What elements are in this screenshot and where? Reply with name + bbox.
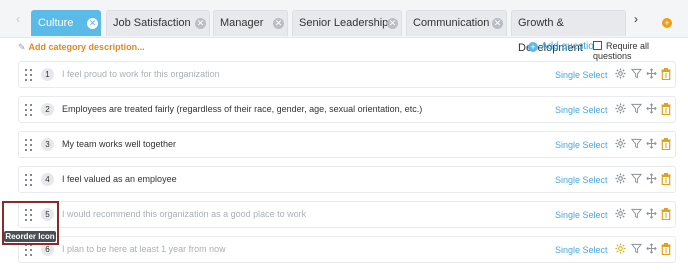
scroll-left-icon[interactable]: ‹ [12, 12, 24, 26]
settings-gear-icon[interactable] [615, 103, 626, 116]
tab-manager[interactable]: Manager ✕ [213, 10, 288, 36]
reorder-drag-handle-icon[interactable] [25, 139, 33, 151]
close-icon[interactable]: ✕ [273, 18, 284, 29]
add-category-description[interactable]: ✎ Add category description... [18, 42, 145, 54]
tab-job-satisfaction[interactable]: Job Satisfaction ✕ [106, 10, 210, 36]
category-tab-bar: ‹ Culture ✕ Job Satisfaction ✕ Manager ✕… [0, 0, 688, 54]
tab-label: Job Satisfaction [113, 17, 191, 29]
require-all-checkbox[interactable] [593, 41, 602, 50]
question-type-link[interactable]: Single Select [555, 105, 608, 115]
add-category-icon[interactable]: + [662, 18, 672, 28]
settings-gear-icon[interactable] [615, 208, 626, 221]
add-description-label: Add category description... [28, 42, 145, 52]
filter-icon[interactable] [631, 243, 642, 256]
question-row[interactable]: 1 I feel proud to work for this organizat… [18, 61, 676, 88]
filter-icon[interactable] [631, 208, 642, 221]
move-icon[interactable] [646, 173, 657, 186]
trash-icon[interactable] [661, 103, 672, 116]
tab-label: Culture [38, 17, 74, 29]
settings-gear-icon[interactable] [615, 138, 626, 151]
close-icon[interactable]: ✕ [492, 18, 503, 29]
add-question-button[interactable]: + Add question [528, 41, 599, 53]
move-icon[interactable] [646, 68, 657, 81]
question-text[interactable]: I feel proud to work for this organizati… [62, 69, 220, 79]
tab-label: Manager [220, 17, 264, 29]
move-icon[interactable] [646, 138, 657, 151]
filter-icon[interactable] [631, 68, 642, 81]
tab-growth-development[interactable]: Growth & Development [511, 10, 626, 54]
question-text[interactable]: I feel valued as an employee [62, 174, 177, 184]
close-icon[interactable]: ✕ [87, 18, 98, 29]
question-type-link[interactable]: Single Select [555, 210, 608, 220]
require-all-toggle[interactable]: Require all questions [593, 41, 688, 61]
filter-icon[interactable] [631, 173, 642, 186]
tab-culture[interactable]: Culture ✕ [31, 10, 101, 36]
trash-icon[interactable] [661, 173, 672, 186]
question-row[interactable]: 6I plan to be here at least 1 year from … [18, 236, 676, 263]
settings-gear-icon[interactable] [615, 243, 626, 256]
reorder-drag-handle-icon[interactable] [25, 244, 33, 256]
question-text[interactable]: My team works well together [62, 139, 176, 149]
question-row[interactable]: 3 My team works well together Single Selec… [18, 131, 676, 158]
question-type-link[interactable]: Single Select [555, 140, 608, 150]
plus-circle-icon: + [528, 42, 538, 52]
trash-icon[interactable] [661, 68, 672, 81]
question-number: 3 [41, 138, 54, 151]
question-number: 2 [41, 103, 54, 116]
scroll-right-icon[interactable]: › [630, 12, 642, 26]
move-icon[interactable] [646, 103, 657, 116]
trash-icon[interactable] [661, 208, 672, 221]
pencil-icon: ✎ [18, 42, 26, 52]
question-type-link[interactable]: Single Select [555, 245, 608, 255]
reorder-icon-tooltip: Reorder Icon [4, 231, 56, 242]
settings-gear-icon[interactable] [615, 68, 626, 81]
question-row[interactable]: 5I would recommend this organization as … [18, 201, 676, 228]
reorder-drag-handle-icon[interactable] [25, 174, 33, 186]
move-icon[interactable] [646, 243, 657, 256]
question-type-link[interactable]: Single Select [555, 175, 608, 185]
question-text[interactable]: I plan to be here at least 1 year from n… [62, 244, 226, 254]
filter-icon[interactable] [631, 103, 642, 116]
close-icon[interactable]: ✕ [387, 18, 398, 29]
trash-icon[interactable] [661, 138, 672, 151]
settings-gear-icon[interactable] [615, 173, 626, 186]
tab-label: Senior Leadership [299, 17, 389, 29]
tab-senior-leadership[interactable]: Senior Leadership ✕ [292, 10, 402, 36]
question-text[interactable]: I would recommend this organization as a… [62, 209, 306, 219]
tab-label: Communication [413, 17, 490, 29]
reorder-drag-handle-icon[interactable] [25, 104, 33, 116]
question-type-link[interactable]: Single Select [555, 70, 608, 80]
question-row[interactable]: 4 I feel valued as an employee Single Sele… [18, 166, 676, 193]
trash-icon[interactable] [661, 243, 672, 256]
question-text[interactable]: Employees are treated fairly (regardless… [62, 104, 422, 114]
question-number: 1 [41, 68, 54, 81]
tab-communication[interactable]: Communication ✕ [406, 10, 507, 36]
move-icon[interactable] [646, 208, 657, 221]
filter-icon[interactable] [631, 138, 642, 151]
add-question-label: Add question [541, 41, 600, 52]
question-row[interactable]: 2 Employees are treated fairly (regardles… [18, 96, 676, 123]
reorder-drag-handle-icon[interactable] [25, 69, 33, 81]
close-icon[interactable]: ✕ [195, 18, 206, 29]
question-number: 4 [41, 173, 54, 186]
